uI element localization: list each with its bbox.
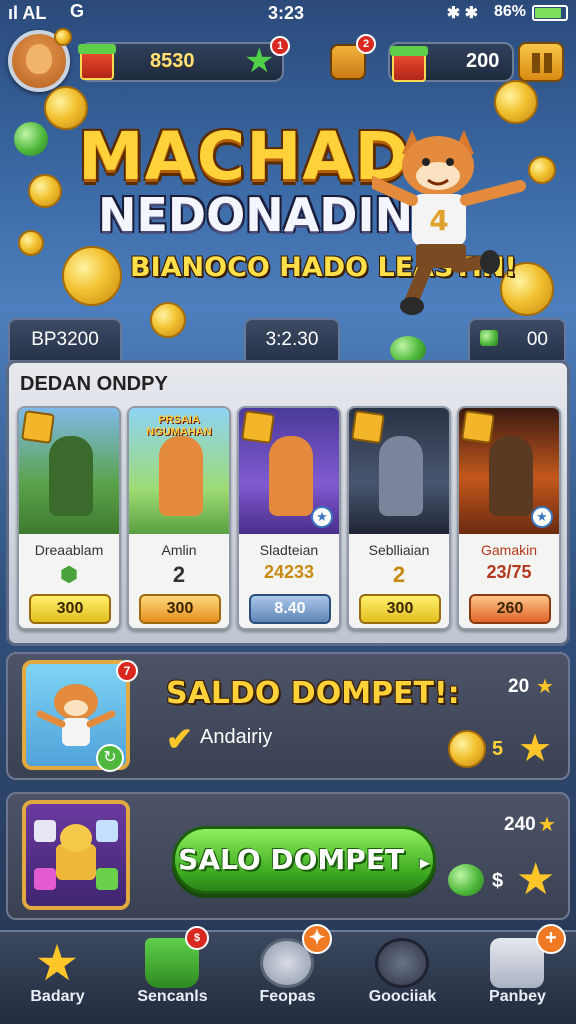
wallet-title: SALDO DOMPET!:	[166, 676, 460, 711]
refresh-icon[interactable]: ↻	[96, 744, 124, 772]
nav-label: Badary	[30, 988, 85, 1005]
card-banner: PRSAIA NGUMAHAN	[146, 414, 212, 438]
card-name: Amlin	[161, 542, 197, 558]
badge-icon	[461, 410, 495, 444]
hero-title-2: NEDONADIN	[98, 188, 414, 242]
shield-badge: 2	[356, 34, 376, 54]
fox-mascot-icon: 4	[372, 130, 526, 315]
gem-label: $	[492, 870, 504, 892]
card-price-button[interactable]: 260	[469, 594, 551, 624]
star-badge: 1	[270, 36, 290, 56]
stat-timer: 3:2.30	[244, 318, 340, 362]
card-name: Dreaablam	[34, 542, 104, 558]
nav-badge: $	[185, 926, 209, 950]
check-icon: ✔	[166, 721, 193, 757]
card-value: 2	[392, 562, 406, 587]
battery-icon	[532, 5, 568, 21]
salo-dompet-button[interactable]: SALO DOMPET ▸	[172, 826, 436, 894]
character-card-4[interactable]: Seblliaian 2 300	[347, 406, 451, 630]
card-price-button[interactable]: 300	[359, 594, 441, 624]
coin-icon	[28, 174, 62, 208]
badge-icon	[241, 410, 275, 444]
card-gem-icon: ⬢	[60, 564, 78, 586]
bomb-icon	[375, 938, 429, 988]
reward-badge: 7	[116, 660, 138, 682]
green-gem-icon	[480, 330, 498, 346]
hero-title: MACHAD	[78, 118, 411, 195]
nav-label: Sencanls	[137, 988, 208, 1005]
green-coin-icon	[14, 122, 48, 156]
card-value: 24233	[263, 562, 315, 582]
card-value: 2	[172, 562, 186, 587]
clock: 3:23	[268, 3, 305, 23]
character-card-3[interactable]: ★ Sladteian 24233 8.40	[237, 406, 341, 630]
salo-dompet-label: SALO DOMPET	[178, 843, 405, 876]
play-arrow-icon: ▸	[419, 850, 430, 874]
nav-item-badary[interactable]: ★ Badary	[0, 932, 115, 1024]
gold-star-icon[interactable]: ★	[518, 726, 552, 771]
card-price-button[interactable]: 300	[139, 594, 221, 624]
coin-icon	[62, 246, 122, 306]
coin-icon	[494, 80, 538, 124]
coin-icon	[18, 230, 44, 256]
star-corner-icon: ★	[531, 506, 553, 528]
star-corner-icon: ★	[311, 506, 333, 528]
signal-text: ıl AL	[8, 3, 47, 23]
fox-shirt-number: 4	[429, 204, 448, 237]
nav-item-panbey[interactable]: + Panbey	[460, 924, 575, 1024]
card-name: Gamakin	[480, 542, 538, 558]
card-name: Sladteian	[259, 542, 319, 558]
level-star-icon	[54, 28, 72, 46]
coin-count: 5	[492, 738, 504, 760]
battery-percent: 86%	[493, 3, 526, 20]
coin-value: 8530	[150, 50, 195, 72]
nav-item-feopas[interactable]: ✦ Feopas	[230, 924, 345, 1024]
bluetooth-icon: ✱ ✱	[446, 5, 478, 22]
card-name: Seblliaian	[368, 542, 430, 558]
puzzle-reward-thumbnail[interactable]	[22, 800, 130, 910]
status-bar: ıl AL G 3:23 ✱ ✱ 86%	[0, 0, 576, 26]
check-label: Andairiy	[200, 726, 273, 748]
robot-icon	[490, 938, 544, 988]
card-price-button[interactable]: 300	[29, 594, 111, 624]
character-card-1[interactable]: Dreaablam ⬢ 300	[17, 406, 121, 630]
coin-icon	[448, 730, 486, 768]
star-icon: ★	[34, 935, 80, 991]
stat-bp: BP3200	[8, 318, 122, 362]
g-icon: G	[70, 1, 85, 21]
green-gem-icon	[448, 864, 484, 896]
nav-badge: ✦	[302, 924, 332, 954]
nav-item-goociiak[interactable]: Goociiak	[345, 932, 460, 1024]
fox-face-icon	[26, 44, 52, 74]
star-icon: ★	[536, 676, 554, 698]
coin-icon	[150, 302, 186, 338]
character-card-5[interactable]: ★ Gamakin 23/75 260	[457, 406, 561, 630]
nav-label: Goociiak	[368, 988, 437, 1005]
nav-item-sencanls[interactable]: $ Sencanls	[115, 926, 230, 1024]
add-badge: +	[536, 924, 566, 954]
pause-button[interactable]	[518, 42, 564, 82]
star-count: 20	[508, 676, 530, 697]
star-icon: ★	[538, 814, 556, 836]
gem-value: 200	[466, 50, 500, 72]
nav-label: Feopas	[259, 988, 316, 1005]
candy-blocks-icon	[34, 820, 118, 890]
badge-icon	[351, 410, 385, 444]
coin-icon	[528, 156, 556, 184]
star-count-2: 240	[504, 814, 536, 835]
gem-box-icon	[390, 46, 428, 82]
nav-label: Panbey	[489, 988, 546, 1005]
gold-star-icon[interactable]: ★	[516, 858, 555, 902]
card-section-title: DEDAN ONDPY	[20, 373, 168, 395]
gift-icon	[78, 44, 116, 80]
badge-icon	[21, 410, 55, 444]
character-card-2[interactable]: PRSAIA NGUMAHAN Amlin 2 300	[127, 406, 231, 630]
card-value: 23/75	[486, 562, 532, 582]
card-price-button[interactable]: 8.40	[249, 594, 331, 624]
